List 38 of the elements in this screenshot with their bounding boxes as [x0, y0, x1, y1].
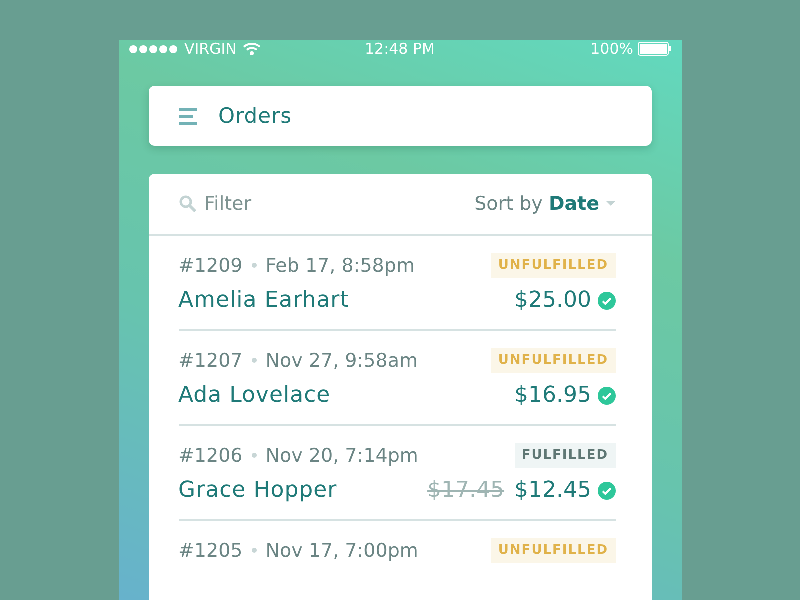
order-date: Nov 17, 7:00pm	[266, 540, 420, 562]
separator-dot-icon	[252, 548, 257, 553]
caret-icon	[606, 201, 616, 207]
order-price: $12.45	[514, 478, 592, 503]
customer-name: Ada Lovelace	[178, 383, 332, 408]
page-title: Orders	[218, 104, 292, 128]
status-tag: UNFULFILLED	[491, 348, 616, 373]
customer-name: Grace Hopper	[178, 478, 338, 503]
customer-name: Amelia Earhart	[178, 288, 350, 313]
carrier-name: VIRGIN	[184, 40, 237, 58]
order-number: #1209	[178, 254, 243, 276]
order-price: $25.00	[514, 288, 592, 313]
order-number: #1207	[178, 350, 243, 372]
signal-dots-icon	[128, 44, 178, 54]
battery-icon	[638, 42, 672, 56]
battery-percent: 100%	[590, 40, 634, 58]
order-row[interactable]: #1207 Nov 27, 9:58am UNFULFILLED Ada Lovelace $16.95	[178, 331, 616, 426]
status-tag: UNFULFILLED	[491, 253, 616, 278]
wifi-icon	[242, 42, 261, 56]
separator-dot-icon	[252, 263, 257, 268]
order-number: #1206	[178, 444, 243, 466]
separator-dot-icon	[252, 453, 257, 458]
status-tag: FULFILLED	[514, 443, 616, 468]
clock-time: 12:48 PM	[364, 40, 436, 58]
order-row[interactable]: #1206 Nov 20, 7:14pm FULFILLED Grace Hopper $17.45 $12.45	[178, 426, 616, 521]
sort-dropdown[interactable]: Sort by Date	[474, 193, 616, 215]
status-tag: UNFULFILLED	[491, 538, 616, 563]
order-price: $16.95	[514, 383, 592, 408]
order-date: Nov 27, 9:58am	[266, 350, 419, 372]
order-row[interactable]: #1209 Feb 17, 8:58pm UNFULFILLED Amelia Earhart $25.00	[178, 236, 616, 331]
menu-icon[interactable]	[178, 108, 196, 124]
order-number: #1205	[178, 540, 243, 562]
order-date: Nov 20, 7:14pm	[266, 444, 420, 466]
separator-dot-icon	[252, 358, 257, 363]
order-row[interactable]: #1205 Nov 17, 7:00pm UNFULFILLED	[178, 521, 616, 600]
search-icon	[178, 195, 196, 213]
original-price: $17.45	[428, 478, 505, 503]
order-date: Feb 17, 8:58pm	[266, 254, 416, 276]
